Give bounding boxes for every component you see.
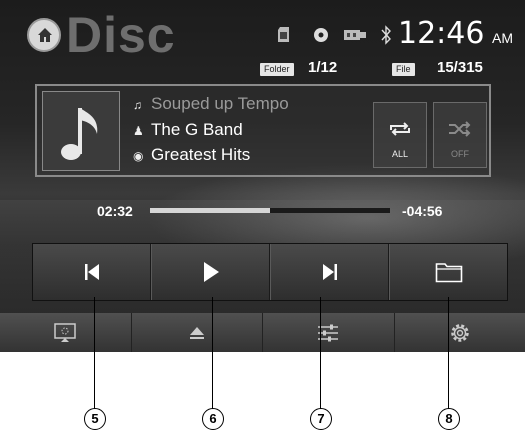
next-icon (322, 264, 337, 280)
folder-label: Folder (260, 63, 294, 76)
display-icon (54, 322, 76, 342)
callout-line-6 (212, 297, 213, 409)
clock-time: 12:46 (398, 16, 485, 51)
disc-player-screen: Disc 12:46 AM Folder 1/12 File 15/315 ♫ S… (0, 0, 525, 352)
shuffle-label: OFF (451, 149, 469, 159)
shuffle-icon (449, 121, 471, 137)
sd-card-icon (278, 27, 289, 42)
track-title-row: ♫ Souped up Tempo (133, 94, 289, 114)
artist-row: ♟ The G Band (133, 120, 243, 140)
artist-name: The G Band (151, 120, 243, 139)
progress-bar[interactable] (150, 208, 390, 213)
callout-6: 6 (202, 408, 224, 430)
now-playing-panel: ♫ Souped up Tempo ♟ The G Band ◉ Greatest H… (35, 84, 491, 177)
repeat-icon (390, 122, 410, 136)
remaining-time: -04:56 (402, 203, 443, 219)
folder-value: 1/12 (308, 59, 338, 76)
clock-ampm: AM (492, 30, 513, 46)
usb-icon (344, 30, 366, 40)
bluetooth-icon (381, 25, 391, 45)
eject-button[interactable] (132, 313, 263, 352)
disc-icon (314, 28, 328, 42)
callout-8: 8 (438, 408, 460, 430)
elapsed-time: 02:32 (97, 203, 133, 219)
folder-icon (435, 263, 462, 283)
page-title: Disc (66, 7, 176, 63)
settings-icon (451, 323, 469, 342)
display-button[interactable] (0, 313, 132, 352)
album-row: ◉ Greatest Hits (133, 145, 250, 165)
playback-controls (32, 243, 508, 301)
callout-line-8 (448, 297, 449, 409)
previous-icon (84, 264, 99, 280)
callout-5: 5 (84, 408, 106, 430)
next-button[interactable] (270, 244, 389, 300)
album-icon: ◉ (133, 149, 144, 163)
music-note-icon (61, 108, 98, 160)
previous-button[interactable] (33, 244, 151, 300)
callout-line-7 (320, 297, 321, 409)
file-label: File (392, 63, 415, 76)
shuffle-button[interactable]: OFF (433, 102, 487, 168)
song-icon: ♫ (133, 98, 142, 112)
file-value: 15/315 (437, 59, 483, 76)
play-icon (203, 262, 219, 282)
callout-7: 7 (310, 408, 332, 430)
settings-button[interactable] (395, 313, 525, 352)
eject-icon (189, 326, 204, 339)
home-icon (38, 28, 52, 42)
track-title: Souped up Tempo (151, 94, 289, 113)
home-button[interactable] (27, 18, 61, 52)
repeat-button[interactable]: ALL (373, 102, 427, 168)
album-name: Greatest Hits (151, 145, 251, 164)
progress-fill (150, 208, 270, 213)
repeat-label: ALL (391, 149, 408, 159)
folder-button[interactable] (389, 244, 507, 300)
callout-line-5 (94, 297, 95, 409)
equalizer-button[interactable] (263, 313, 395, 352)
album-art (42, 91, 120, 171)
bottom-bar (0, 313, 525, 352)
artist-icon: ♟ (133, 124, 144, 138)
play-button[interactable] (151, 244, 270, 300)
